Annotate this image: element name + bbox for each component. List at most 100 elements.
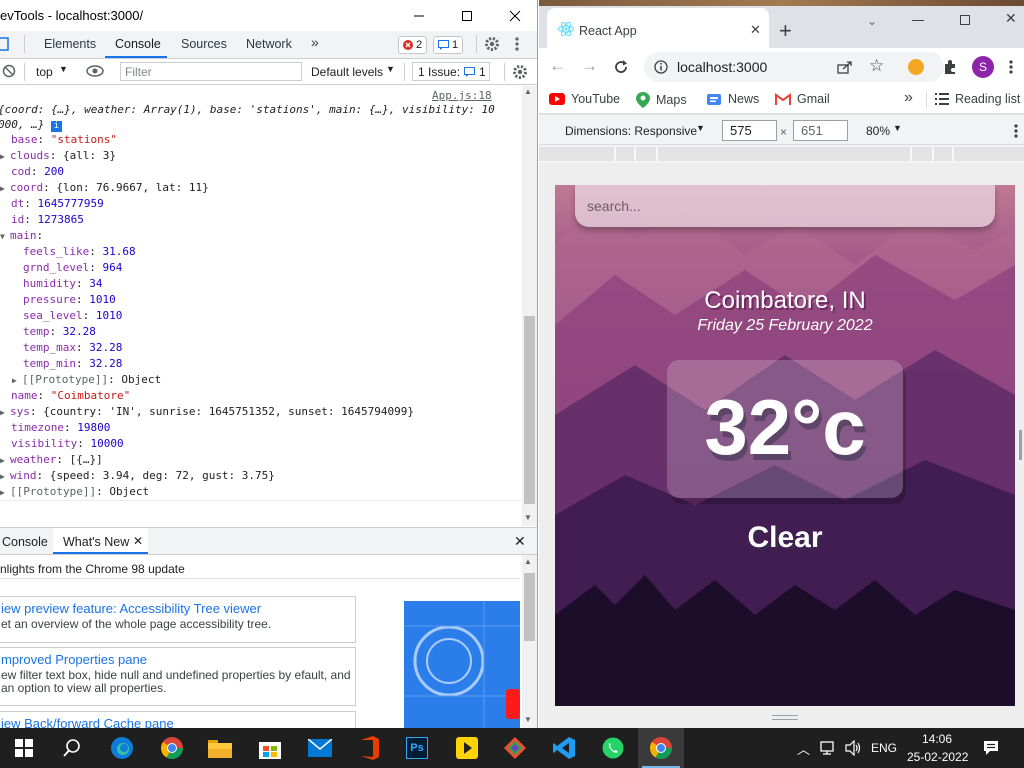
scroll-up-icon[interactable]: ▲ xyxy=(524,87,532,96)
profile-avatar[interactable]: S xyxy=(972,56,994,78)
taskbar-office[interactable] xyxy=(355,734,383,762)
bookmark-maps[interactable]: Maps xyxy=(636,92,687,108)
drawer-tab-whatsnew[interactable]: What's New ✕ xyxy=(53,528,148,554)
bookmark-youtube[interactable]: YouTube xyxy=(549,92,620,106)
more-tabs-icon[interactable]: » xyxy=(311,34,319,50)
device-toggle-icon[interactable] xyxy=(0,37,12,51)
network-icon[interactable] xyxy=(820,741,838,755)
scroll-down-icon[interactable]: ▼ xyxy=(524,513,532,522)
close-window-icon[interactable]: ✕ xyxy=(1005,10,1017,27)
reading-list-button[interactable]: Reading list xyxy=(935,92,1020,106)
share-icon[interactable] xyxy=(837,60,853,74)
whats-new-card[interactable]: iew Back/forward Cache pane xyxy=(0,711,356,728)
taskbar-edge[interactable] xyxy=(108,734,136,762)
notifications-icon[interactable] xyxy=(983,740,999,756)
taskbar-mail[interactable] xyxy=(306,734,334,762)
url-text[interactable]: localhost:3000 xyxy=(677,59,767,75)
height-input[interactable]: 651 xyxy=(793,120,848,141)
taskbar-chrome[interactable] xyxy=(158,734,186,762)
log-summary[interactable]: {coord: {…}, weather: Array(1), base: 's… xyxy=(0,102,495,118)
taskbar-chrome-active[interactable] xyxy=(638,728,684,768)
whats-new-card[interactable]: mproved Properties pane ew filter text b… xyxy=(0,647,356,706)
prop-coord[interactable]: ▶ coord: {lon: 76.9667, lat: 11} xyxy=(0,180,209,197)
context-select[interactable]: top xyxy=(36,65,53,79)
card-title[interactable]: iew preview feature: Accessibility Tree … xyxy=(1,601,355,616)
taskbar-git[interactable] xyxy=(501,734,529,762)
scroll-up-icon[interactable]: ▲ xyxy=(524,557,532,566)
bookmark-star-icon[interactable]: ☆ xyxy=(869,56,884,76)
width-input[interactable]: 575 xyxy=(722,120,777,141)
maximize-button[interactable] xyxy=(444,0,490,31)
chrome-menu-icon[interactable] xyxy=(1009,59,1013,75)
console-settings-icon[interactable] xyxy=(512,64,528,83)
close-tab-icon[interactable]: ✕ xyxy=(750,22,761,38)
maximize-icon[interactable] xyxy=(960,15,970,25)
search-input[interactable]: search... xyxy=(575,185,995,227)
clock-date[interactable]: 25-02-2022 xyxy=(907,750,968,764)
dimensions-select[interactable]: Dimensions: Responsive xyxy=(565,124,697,138)
kebab-menu-icon[interactable] xyxy=(515,36,519,55)
start-button[interactable] xyxy=(10,734,38,762)
log-levels-select[interactable]: Default levels xyxy=(311,65,383,79)
search-button[interactable] xyxy=(58,734,86,762)
forward-icon[interactable]: → xyxy=(581,56,598,76)
error-badge[interactable]: 2 xyxy=(398,36,428,54)
scrollbar-thumb[interactable] xyxy=(524,573,535,641)
console-scrollbar[interactable]: ▲ ▼ xyxy=(522,86,537,526)
taskbar-media-player[interactable] xyxy=(453,734,481,762)
clock-time[interactable]: 14:06 xyxy=(922,732,952,746)
issues-button[interactable]: 1 Issue: 1 xyxy=(412,62,490,81)
taskbar-file-explorer[interactable] xyxy=(206,734,234,762)
emulation-menu-icon[interactable] xyxy=(1014,123,1018,139)
site-info-icon[interactable] xyxy=(654,60,668,74)
zoom-select[interactable]: 80% xyxy=(866,124,890,138)
address-bar[interactable]: localhost:3000 ☆ xyxy=(644,52,944,82)
tab-console[interactable]: Console xyxy=(115,37,161,51)
close-drawer-icon[interactable]: ✕ xyxy=(514,533,526,550)
prop-main[interactable]: ▼ main: xyxy=(0,228,43,245)
whats-new-card[interactable]: iew preview feature: Accessibility Tree … xyxy=(0,596,356,643)
taskbar-store[interactable] xyxy=(256,734,284,762)
message-badge[interactable]: 1 xyxy=(433,36,464,54)
volume-icon[interactable] xyxy=(845,740,863,756)
show-hidden-icons[interactable]: ︿ xyxy=(797,739,810,758)
back-icon[interactable]: ← xyxy=(549,56,566,76)
more-bookmarks-icon[interactable]: » xyxy=(904,89,913,107)
prop-sys[interactable]: ▶ sys: {country: 'IN', sunrise: 164575135… xyxy=(0,404,414,421)
tab-elements[interactable]: Elements xyxy=(44,37,96,51)
settings-icon[interactable] xyxy=(484,36,500,55)
minimize-icon[interactable] xyxy=(912,20,924,21)
close-tab-icon[interactable]: ✕ xyxy=(133,534,143,548)
prop-weather[interactable]: ▶ weather: [{…}] xyxy=(0,452,103,469)
puzzle-icon[interactable] xyxy=(942,59,958,75)
filter-input[interactable]: Filter xyxy=(120,62,302,81)
clear-console-icon[interactable] xyxy=(2,64,16,81)
media-query-ruler[interactable] xyxy=(539,145,1024,163)
card-title[interactable]: mproved Properties pane xyxy=(1,652,355,667)
scroll-down-icon[interactable]: ▼ xyxy=(524,715,532,724)
prop-wind[interactable]: ▶ wind: {speed: 3.94, deg: 72, gust: 3.75… xyxy=(0,468,275,485)
bookmark-gmail[interactable]: Gmail xyxy=(775,92,830,106)
prop-prototype-inner[interactable]: ▶ [[Prototype]]: Object xyxy=(12,372,161,389)
side-resize-handle[interactable] xyxy=(1019,430,1022,460)
scrollbar-thumb[interactable] xyxy=(524,316,535,504)
bookmark-news[interactable]: News xyxy=(706,92,759,106)
drawer-tab-console[interactable]: Console xyxy=(2,535,48,549)
tab-search-icon[interactable]: ⌄ xyxy=(867,14,877,28)
prop-prototype-outer[interactable]: ▶ [[Prototype]]: Object xyxy=(0,484,149,501)
taskbar-vscode[interactable] xyxy=(550,734,578,762)
tab-sources[interactable]: Sources xyxy=(181,37,227,51)
close-window-button[interactable] xyxy=(492,0,537,31)
language-indicator[interactable]: ENG xyxy=(871,741,897,755)
taskbar-photoshop[interactable]: Ps xyxy=(403,734,431,762)
prop-clouds[interactable]: ▶ clouds: {all: 3} xyxy=(0,148,116,165)
tab-react-app[interactable]: React App ✕ xyxy=(547,8,769,48)
tab-network[interactable]: Network xyxy=(246,37,292,51)
minimize-button[interactable] xyxy=(396,0,442,31)
card-title[interactable]: iew Back/forward Cache pane xyxy=(1,716,355,728)
eye-icon[interactable] xyxy=(86,64,104,81)
taskbar-whatsapp[interactable] xyxy=(599,734,627,762)
extension-icon[interactable] xyxy=(908,59,924,75)
drawer-scrollbar[interactable]: ▲ ▼ xyxy=(522,555,537,728)
resize-handle[interactable] xyxy=(772,715,798,720)
